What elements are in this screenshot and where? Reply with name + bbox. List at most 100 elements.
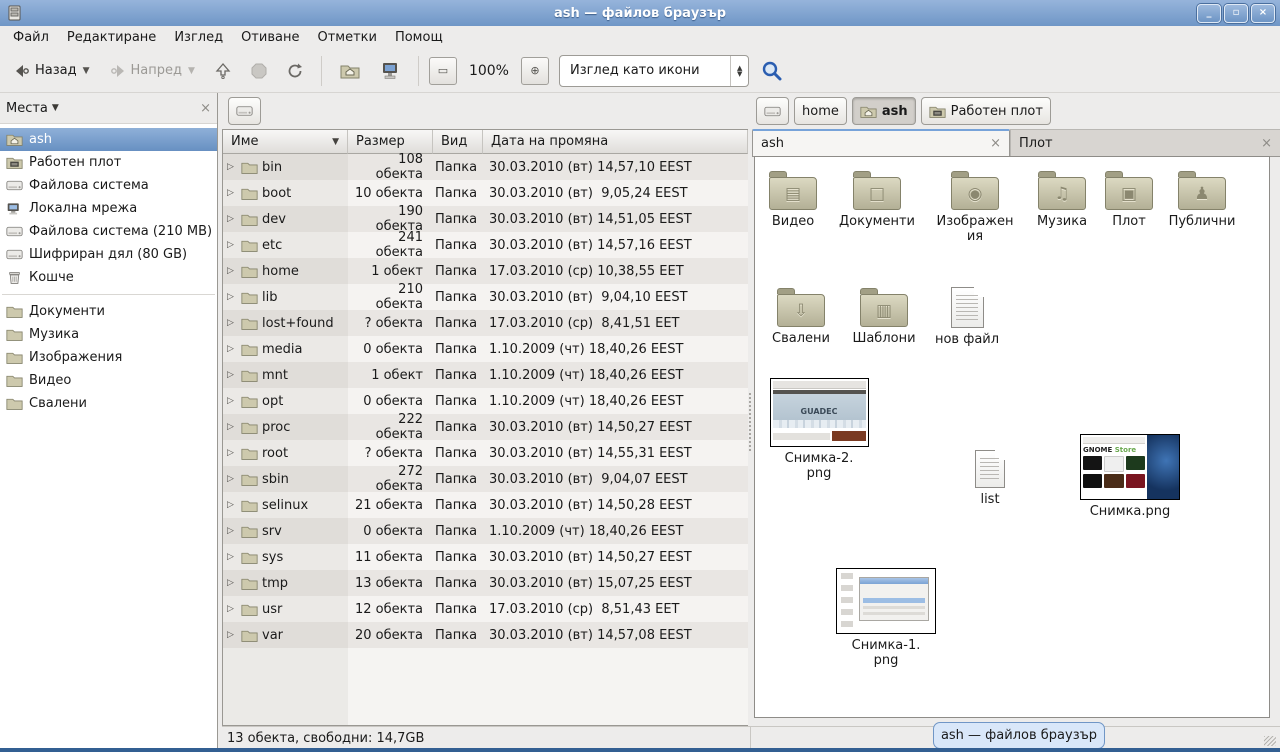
- expander-icon[interactable]: ▷: [227, 344, 237, 354]
- titlebar[interactable]: ash — файлов браузър _ ▫ ×: [0, 0, 1280, 26]
- zoom-in-button[interactable]: ⊕: [521, 57, 549, 85]
- file-item-Изображения[interactable]: ◉Изображен ия: [930, 168, 1020, 244]
- expander-icon[interactable]: ▷: [227, 162, 237, 172]
- path-button-root[interactable]: [756, 97, 789, 125]
- list-empty-area[interactable]: [223, 648, 748, 725]
- table-row-bin[interactable]: ▷bin108 обектаПапка30.03.2010 (вт) 14,57…: [223, 154, 748, 180]
- expander-icon[interactable]: ▷: [227, 370, 237, 380]
- column-header-Име[interactable]: Име▼: [223, 130, 348, 154]
- file-item-Документи[interactable]: □Документи: [833, 168, 921, 229]
- expander-icon[interactable]: ▷: [227, 240, 237, 250]
- expander-icon[interactable]: ▷: [227, 214, 237, 224]
- table-row-srv[interactable]: ▷srv0 обектаПапка1.10.2009 (чт) 18,40,26…: [223, 518, 748, 544]
- resize-grip[interactable]: [1264, 736, 1276, 746]
- file-item-Снимка-2.png[interactable]: GUADECСнимка-2. png: [769, 378, 869, 481]
- table-row-lost+found[interactable]: ▷lost+found? обектаПапка17.03.2010 (ср) …: [223, 310, 748, 336]
- file-item-нов файл[interactable]: нов файл: [925, 287, 1009, 347]
- menu-Отметки[interactable]: Отметки: [308, 27, 385, 48]
- table-row-dev[interactable]: ▷dev190 обектаПапка30.03.2010 (вт) 14,51…: [223, 206, 748, 232]
- column-header-Дата на промяна[interactable]: Дата на промяна: [483, 130, 748, 154]
- sidebar-item-ash[interactable]: ash: [0, 128, 217, 151]
- menu-Отиване[interactable]: Отиване: [232, 27, 308, 48]
- table-row-proc[interactable]: ▷proc222 обектаПапка30.03.2010 (вт) 14,5…: [223, 414, 748, 440]
- file-item-Публични[interactable]: ♟Публични: [1158, 168, 1246, 229]
- sidebar-item-Свалени[interactable]: Свалени: [0, 392, 217, 415]
- sidebar-item-Кошче[interactable]: Кошче: [0, 266, 217, 289]
- table-row-sys[interactable]: ▷sys11 обектаПапка30.03.2010 (вт) 14,50,…: [223, 544, 748, 570]
- sidebar-item-Шифриран дял (80 GB)[interactable]: Шифриран дял (80 GB): [0, 243, 217, 266]
- column-header-Размер[interactable]: Размер: [348, 130, 433, 154]
- stop-button[interactable]: [243, 54, 275, 88]
- sidebar-item-Видео[interactable]: Видео: [0, 369, 217, 392]
- file-item-Снимка-1.png[interactable]: Снимка-1. png: [836, 568, 936, 668]
- expander-icon[interactable]: ▷: [227, 266, 237, 276]
- sidebar-item-Изображения[interactable]: Изображения: [0, 346, 217, 369]
- table-row-media[interactable]: ▷media0 обектаПапка1.10.2009 (чт) 18,40,…: [223, 336, 748, 362]
- up-button[interactable]: [207, 54, 239, 88]
- expander-icon[interactable]: ▷: [227, 448, 237, 458]
- expander-icon[interactable]: ▷: [227, 474, 237, 484]
- file-item-Видео[interactable]: ▤Видео: [751, 168, 835, 229]
- zoom-out-button[interactable]: ▭: [429, 57, 457, 85]
- table-row-opt[interactable]: ▷opt0 обектаПапка1.10.2009 (чт) 18,40,26…: [223, 388, 748, 414]
- view-mode-select[interactable]: Изглед като икони ▲▼: [559, 55, 749, 87]
- column-header-Вид[interactable]: Вид: [433, 130, 483, 154]
- menu-Изглед[interactable]: Изглед: [165, 27, 232, 48]
- expander-icon[interactable]: ▷: [227, 578, 237, 588]
- table-row-selinux[interactable]: ▷selinux21 обектаПапка30.03.2010 (вт) 14…: [223, 492, 748, 518]
- file-item-Плот[interactable]: ▣Плот: [1089, 168, 1169, 229]
- expander-icon[interactable]: ▷: [227, 604, 237, 614]
- expander-icon[interactable]: ▷: [227, 526, 237, 536]
- reload-button[interactable]: [279, 54, 311, 88]
- search-button[interactable]: [753, 54, 791, 88]
- minimize-button[interactable]: _: [1197, 4, 1221, 23]
- sidebar-item-Документи[interactable]: Документи: [0, 300, 217, 323]
- file-item-list[interactable]: list: [948, 450, 1032, 507]
- close-tab-icon[interactable]: ×: [1261, 136, 1272, 151]
- maximize-button[interactable]: ▫: [1224, 4, 1248, 23]
- file-item-Свалени[interactable]: ⇩Свалени: [759, 285, 843, 346]
- close-tab-icon[interactable]: ×: [990, 136, 1001, 151]
- menu-Помощ[interactable]: Помощ: [386, 27, 452, 48]
- table-row-var[interactable]: ▷var20 обектаПапка30.03.2010 (вт) 14,57,…: [223, 622, 748, 648]
- forward-button[interactable]: Напред▼: [102, 54, 203, 88]
- close-button[interactable]: ×: [1251, 4, 1275, 23]
- expander-icon[interactable]: ▷: [227, 292, 237, 302]
- file-item-Шаблони[interactable]: ▥Шаблони: [842, 285, 926, 346]
- expander-icon[interactable]: ▷: [227, 318, 237, 328]
- expander-icon[interactable]: ▷: [227, 422, 237, 432]
- path-button-home[interactable]: home: [794, 97, 847, 125]
- table-row-boot[interactable]: ▷boot10 обектаПапка30.03.2010 (вт) 9,05,…: [223, 180, 748, 206]
- computer-button[interactable]: [372, 54, 408, 88]
- expander-icon[interactable]: ▷: [227, 552, 237, 562]
- tab-ash[interactable]: ash×: [752, 129, 1010, 156]
- table-row-usr[interactable]: ▷usr12 обектаПапка17.03.2010 (ср) 8,51,4…: [223, 596, 748, 622]
- table-row-etc[interactable]: ▷etc241 обектаПапка30.03.2010 (вт) 14,57…: [223, 232, 748, 258]
- close-sidebar-icon[interactable]: ×: [200, 101, 211, 116]
- expander-icon[interactable]: ▷: [227, 396, 237, 406]
- table-row-sbin[interactable]: ▷sbin272 обектаПапка30.03.2010 (вт) 9,04…: [223, 466, 748, 492]
- places-title[interactable]: Места: [6, 101, 48, 116]
- table-row-lib[interactable]: ▷lib210 обектаПапка30.03.2010 (вт) 9,04,…: [223, 284, 748, 310]
- sidebar-item-Файлова система (210 MB)[interactable]: Файлова система (210 MB): [0, 220, 217, 243]
- sidebar-item-Файлова система[interactable]: Файлова система: [0, 174, 217, 197]
- table-row-root[interactable]: ▷root? обектаПапка30.03.2010 (вт) 14,55,…: [223, 440, 748, 466]
- menu-Файл[interactable]: Файл: [4, 27, 58, 48]
- path-button-ash[interactable]: ash: [852, 97, 916, 125]
- taskbar-window-button[interactable]: ash — файлов браузър: [933, 722, 1105, 749]
- table-row-mnt[interactable]: ▷mnt1 обектПапка1.10.2009 (чт) 18,40,26 …: [223, 362, 748, 388]
- table-row-tmp[interactable]: ▷tmp13 обектаПапка30.03.2010 (вт) 15,07,…: [223, 570, 748, 596]
- file-item-Снимка.png[interactable]: GNOME StoreСнимка.png: [1080, 434, 1180, 519]
- back-button[interactable]: Назад▼: [6, 54, 98, 88]
- sidebar-item-Локална мрежа[interactable]: Локална мрежа: [0, 197, 217, 220]
- expander-icon[interactable]: ▷: [227, 500, 237, 510]
- table-row-home[interactable]: ▷home1 обектПапка17.03.2010 (ср) 10,38,5…: [223, 258, 748, 284]
- root-path-button[interactable]: [228, 97, 261, 125]
- sidebar-item-Работен плот[interactable]: Работен плот: [0, 151, 217, 174]
- path-button-Работен плот[interactable]: Работен плот: [921, 97, 1051, 125]
- home-button[interactable]: [332, 54, 368, 88]
- expander-icon[interactable]: ▷: [227, 188, 237, 198]
- menu-Редактиране[interactable]: Редактиране: [58, 27, 165, 48]
- sidebar-item-Музика[interactable]: Музика: [0, 323, 217, 346]
- tab-Плот[interactable]: Плот×: [1010, 129, 1280, 156]
